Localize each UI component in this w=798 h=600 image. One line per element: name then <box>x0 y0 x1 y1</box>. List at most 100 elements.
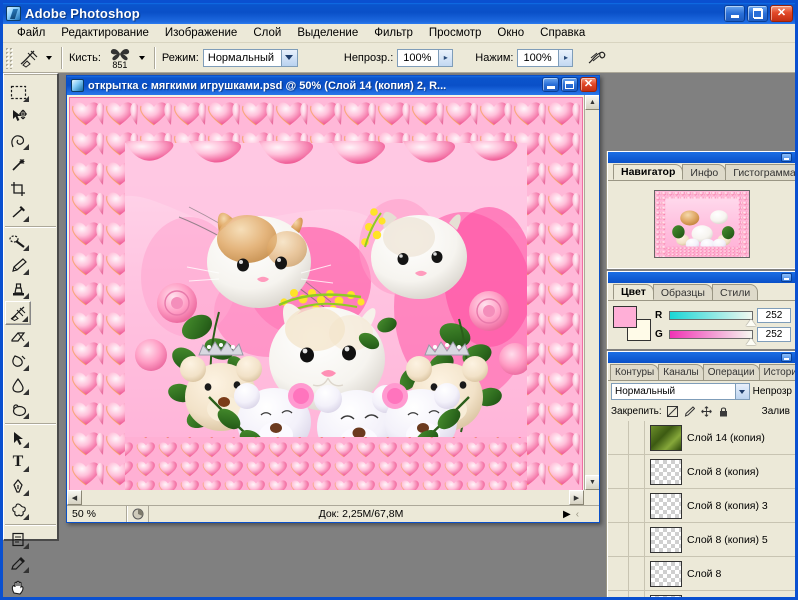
green-slider-track[interactable] <box>669 330 756 345</box>
navigator-thumbnail[interactable] <box>653 190 750 258</box>
canvas-area[interactable]: ▲ ▼ ◀ ▶ <box>67 95 599 505</box>
layer-thumbnail[interactable] <box>650 526 682 553</box>
document-close-button[interactable]: ✕ <box>580 77 597 92</box>
menu-layer[interactable]: Слой <box>245 25 289 41</box>
layer-thumbnail[interactable] <box>650 560 682 587</box>
table-row[interactable]: Слой 14 (копия) <box>608 421 795 455</box>
table-row[interactable]: Слой 8 (копия) 3 <box>608 489 795 523</box>
layers-palette-titlebar[interactable] <box>608 352 795 363</box>
menu-view[interactable]: Просмотр <box>421 25 490 41</box>
layer-visibility-toggle[interactable] <box>608 557 629 590</box>
layer-visibility-toggle[interactable] <box>608 455 629 488</box>
opacity-slider-arrow-icon[interactable]: ▸ <box>438 49 453 66</box>
lock-position-icon[interactable] <box>700 405 713 418</box>
layer-blend-mode-select[interactable]: Нормальный <box>611 383 750 400</box>
dodge-tool-icon[interactable] <box>5 397 31 421</box>
status-more-icon[interactable]: ‹ <box>576 509 579 520</box>
history-brush-tool-icon[interactable] <box>16 46 42 70</box>
tab-color[interactable]: Цвет <box>613 284 654 300</box>
pen-tool-icon[interactable] <box>5 474 31 498</box>
tab-channels[interactable]: Каналы <box>658 364 704 380</box>
menu-help[interactable]: Справка <box>532 25 593 41</box>
status-play-arrow-icon[interactable]: ▶ <box>563 509 571 520</box>
hand-tool-icon[interactable] <box>5 575 31 597</box>
layer-visibility-toggle[interactable] <box>608 421 629 454</box>
gradient-tool-icon[interactable] <box>5 349 31 373</box>
brush-tool-icon[interactable] <box>5 253 31 277</box>
layer-link-toggle[interactable] <box>629 421 645 454</box>
options-bar-grip[interactable] <box>5 46 13 69</box>
layer-thumbnail[interactable] <box>650 492 682 519</box>
brush-preset-picker[interactable]: 851 <box>105 47 135 69</box>
scroll-right-arrow-icon[interactable]: ▶ <box>569 490 584 505</box>
brush-chevron-down-icon[interactable] <box>138 55 145 60</box>
custom-shape-tool-icon[interactable] <box>5 498 31 522</box>
canvas-horizontal-scrollbar[interactable]: ◀ ▶ <box>67 490 599 505</box>
palette-foreground-color-chip[interactable] <box>613 306 637 328</box>
close-button[interactable]: ✕ <box>770 5 793 22</box>
menu-filter[interactable]: Фильтр <box>366 25 421 41</box>
type-tool-icon[interactable]: T <box>5 450 31 474</box>
tab-history[interactable]: История <box>758 364 795 380</box>
opacity-input[interactable]: 100% ▸ <box>397 48 454 67</box>
document-maximize-button[interactable] <box>561 77 578 92</box>
table-row[interactable]: Слой 8 (копия) <box>608 455 795 489</box>
layer-link-toggle[interactable] <box>629 489 645 522</box>
notes-tool-icon[interactable] <box>5 527 31 551</box>
red-slider-thumb[interactable] <box>746 319 756 326</box>
layer-name[interactable]: Слой 8 (копия) 5 <box>687 534 768 546</box>
flow-slider-arrow-icon[interactable]: ▸ <box>558 49 573 66</box>
scroll-left-arrow-icon[interactable]: ◀ <box>67 490 82 505</box>
tab-swatches[interactable]: Образцы <box>652 284 713 300</box>
eraser-tool-icon[interactable] <box>5 325 31 349</box>
slice-tool-icon[interactable] <box>5 200 31 224</box>
document-canvas-image[interactable] <box>69 97 583 501</box>
green-channel-value[interactable]: 252 <box>757 327 791 342</box>
menu-window[interactable]: Окно <box>489 25 532 41</box>
menu-edit[interactable]: Редактирование <box>53 25 157 41</box>
layer-name[interactable]: Слой 8 <box>687 568 721 580</box>
layer-thumbnail[interactable] <box>650 594 682 597</box>
healing-brush-tool-icon[interactable] <box>5 229 31 253</box>
magic-wand-tool-icon[interactable] <box>5 152 31 176</box>
palette-minimize-icon[interactable] <box>781 353 792 362</box>
navigator-palette-titlebar[interactable] <box>608 152 795 163</box>
layer-name[interactable]: Слой 8 (копия) <box>687 466 759 478</box>
tool-preset-chevron-down-icon[interactable] <box>46 55 52 60</box>
layer-link-toggle[interactable] <box>629 557 645 590</box>
document-minimize-button[interactable] <box>542 77 559 92</box>
tab-paths[interactable]: Контуры <box>610 364 660 380</box>
color-palette-titlebar[interactable] <box>608 272 795 283</box>
layer-visibility-toggle[interactable] <box>608 489 629 522</box>
eyedropper-tool-icon[interactable] <box>5 551 31 575</box>
restore-button[interactable] <box>747 5 768 22</box>
table-row[interactable]: Слой 8 (копия) 2 <box>608 591 795 597</box>
zoom-level[interactable]: 50 % <box>67 506 127 522</box>
layer-visibility-toggle[interactable] <box>608 523 629 556</box>
menu-image[interactable]: Изображение <box>157 25 245 41</box>
layer-thumbnail[interactable] <box>650 424 682 451</box>
crop-tool-icon[interactable] <box>5 176 31 200</box>
lock-transparent-pixels-icon[interactable] <box>666 405 679 418</box>
palette-minimize-icon[interactable] <box>781 273 792 282</box>
path-selection-tool-icon[interactable] <box>5 426 31 450</box>
airbrush-icon[interactable] <box>585 46 611 70</box>
doc-sizes-pie-icon[interactable] <box>127 506 149 522</box>
blend-mode-select[interactable]: Нормальный <box>202 48 298 67</box>
canvas-vertical-scrollbar[interactable]: ▲ ▼ <box>584 95 599 505</box>
flow-input[interactable]: 100% ▸ <box>517 48 574 67</box>
minimize-button[interactable] <box>724 5 745 22</box>
table-row[interactable]: Слой 8 (копия) 5 <box>608 523 795 557</box>
layer-visibility-toggle[interactable] <box>608 591 629 597</box>
lock-image-pixels-icon[interactable] <box>683 405 696 418</box>
blur-tool-icon[interactable] <box>5 373 31 397</box>
tab-histogram[interactable]: Гистограмма <box>725 164 795 180</box>
document-titlebar[interactable]: открытка с мягкими игрушками.psd @ 50% (… <box>67 76 599 95</box>
layer-thumbnail[interactable] <box>650 458 682 485</box>
red-channel-value[interactable]: 252 <box>757 308 791 323</box>
palette-minimize-icon[interactable] <box>781 153 792 162</box>
menu-select[interactable]: Выделение <box>289 25 366 41</box>
menu-file[interactable]: Файл <box>9 25 53 41</box>
tab-actions[interactable]: Операции <box>702 364 760 380</box>
move-tool-icon[interactable] <box>5 104 31 128</box>
